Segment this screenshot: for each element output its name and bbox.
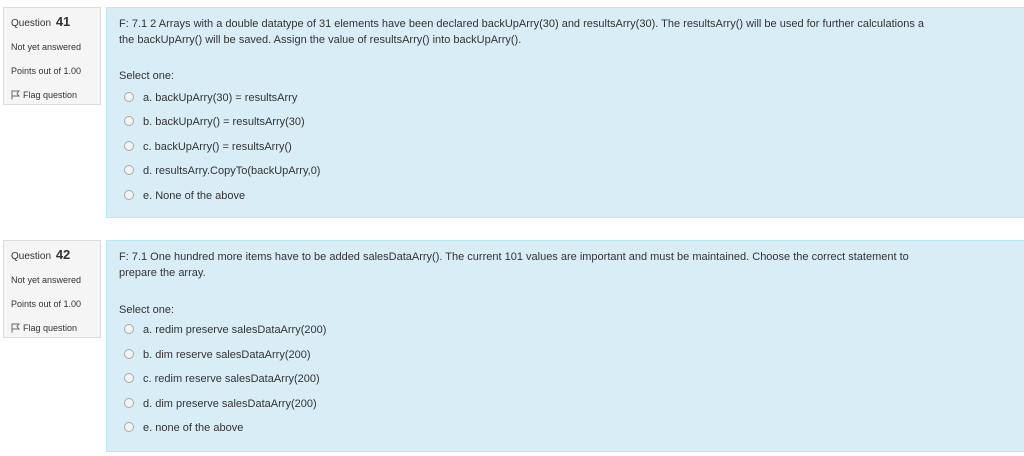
question-text-line: the backUpArry() will be saved. Assign t… bbox=[119, 34, 522, 46]
option-label: a. redim preserve salesDataArry(200) bbox=[143, 324, 327, 336]
radio-button[interactable] bbox=[124, 324, 134, 334]
radio-button[interactable] bbox=[124, 349, 134, 359]
radio-button[interactable] bbox=[124, 190, 134, 200]
answer-option-a[interactable]: a. redim preserve salesDataArry(200) bbox=[124, 324, 326, 338]
flag-icon bbox=[11, 323, 21, 333]
answer-option-b[interactable]: b. backUpArry() = resultsArry(30) bbox=[124, 116, 305, 130]
flag-question-button[interactable]: Flag question bbox=[11, 323, 77, 333]
question-number: Question 42 bbox=[11, 247, 70, 262]
question-number-value: 41 bbox=[55, 14, 71, 29]
answer-option-d[interactable]: d. dim preserve salesDataArry(200) bbox=[124, 398, 317, 412]
select-one-prompt: Select one: bbox=[119, 304, 175, 316]
radio-button[interactable] bbox=[124, 165, 134, 175]
option-label: b. backUpArry() = resultsArry(30) bbox=[143, 116, 305, 128]
question-number: Question 41 bbox=[11, 14, 70, 29]
question-text-line: prepare the array. bbox=[119, 267, 206, 279]
option-label: d. dim preserve salesDataArry(200) bbox=[143, 398, 317, 410]
question-text: F: 7.1 One hundred more items have to be… bbox=[119, 249, 1019, 281]
question-text-line: F: 7.1 2 Arrays with a double datatype o… bbox=[119, 18, 925, 30]
answer-option-e[interactable]: e. none of the above bbox=[124, 422, 243, 436]
option-label: c. redim reserve salesDataArry(200) bbox=[143, 373, 320, 385]
answer-option-c[interactable]: c. redim reserve salesDataArry(200) bbox=[124, 373, 320, 387]
radio-button[interactable] bbox=[124, 92, 134, 102]
flag-question-label: Flag question bbox=[23, 90, 78, 100]
answer-option-e[interactable]: e. None of the above bbox=[124, 190, 245, 204]
option-label: d. resultsArry.CopyTo(backUpArry,0) bbox=[143, 165, 321, 177]
question-grade: Points out of 1.00 bbox=[11, 66, 82, 76]
question-info-41: Question 41 Not yet answered Points out … bbox=[3, 7, 101, 105]
answer-option-b[interactable]: b. dim reserve salesDataArry(200) bbox=[124, 349, 311, 363]
radio-button[interactable] bbox=[124, 398, 134, 408]
question-label: Question bbox=[11, 251, 52, 262]
question-grade: Points out of 1.00 bbox=[11, 299, 82, 309]
select-one-prompt: Select one: bbox=[119, 70, 175, 82]
flag-question-label: Flag question bbox=[23, 323, 78, 333]
question-label: Question bbox=[11, 18, 52, 29]
radio-button[interactable] bbox=[124, 116, 134, 126]
question-state: Not yet answered bbox=[11, 275, 82, 285]
question-content-41: F: 7.1 2 Arrays with a double datatype o… bbox=[106, 7, 1024, 218]
question-info-42: Question 42 Not yet answered Points out … bbox=[3, 240, 101, 338]
answer-option-c[interactable]: c. backUpArry() = resultsArry() bbox=[124, 141, 292, 155]
question-state: Not yet answered bbox=[11, 42, 82, 52]
question-text-line: F: 7.1 One hundred more items have to be… bbox=[119, 251, 909, 263]
question-number-value: 42 bbox=[55, 247, 71, 262]
option-label: e. none of the above bbox=[143, 422, 244, 434]
question-content-42: F: 7.1 One hundred more items have to be… bbox=[106, 240, 1024, 452]
option-label: c. backUpArry() = resultsArry() bbox=[143, 141, 292, 153]
answer-option-a[interactable]: a. backUpArry(30) = resultsArry bbox=[124, 92, 297, 106]
option-label: a. backUpArry(30) = resultsArry bbox=[143, 92, 298, 104]
radio-button[interactable] bbox=[124, 373, 134, 383]
answer-option-d[interactable]: d. resultsArry.CopyTo(backUpArry,0) bbox=[124, 165, 320, 179]
option-label: b. dim reserve salesDataArry(200) bbox=[143, 349, 311, 361]
radio-button[interactable] bbox=[124, 141, 134, 151]
question-text: F: 7.1 2 Arrays with a double datatype o… bbox=[119, 16, 1019, 48]
option-label: e. None of the above bbox=[143, 190, 246, 202]
flag-question-button[interactable]: Flag question bbox=[11, 90, 77, 100]
flag-icon bbox=[11, 90, 21, 100]
radio-button[interactable] bbox=[124, 422, 134, 432]
